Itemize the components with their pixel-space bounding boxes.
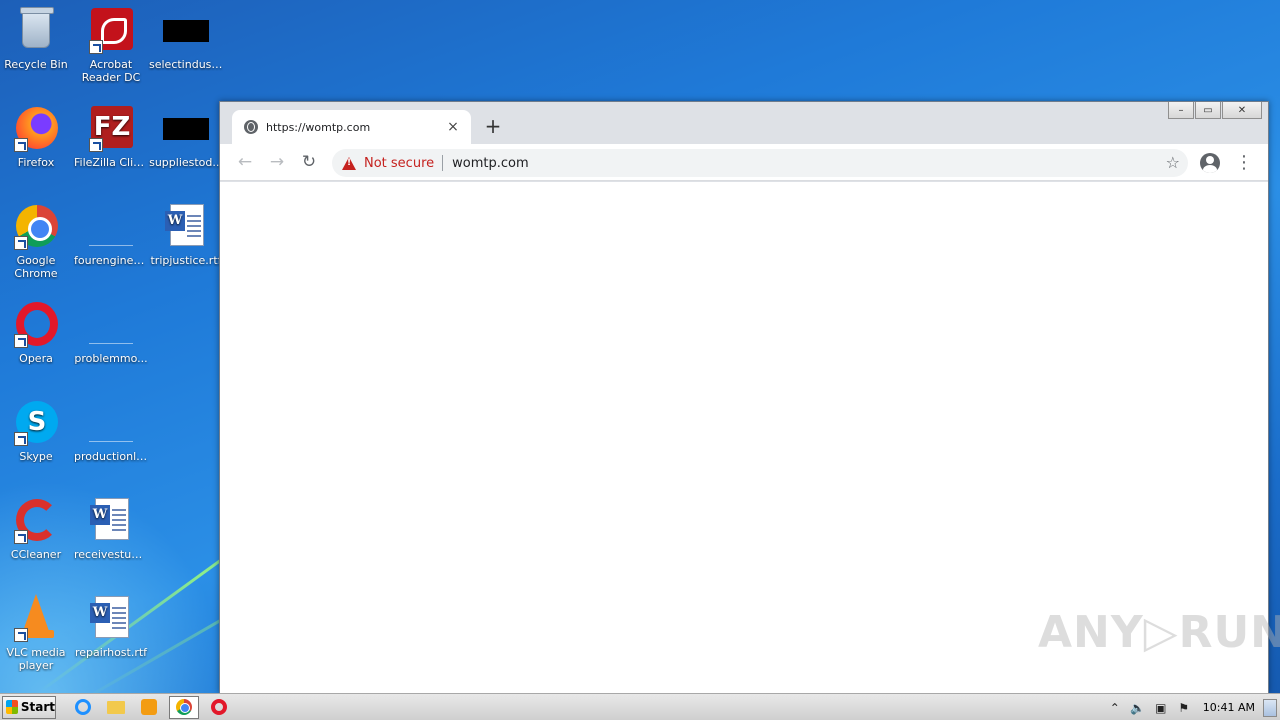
shortcut-arrow-icon	[14, 138, 28, 152]
desktop-icon-label: CCleaner	[10, 548, 62, 561]
minimize-button[interactable]: –	[1168, 102, 1194, 119]
folder-icon	[107, 700, 125, 714]
shortcut-arrow-icon	[89, 138, 103, 152]
shortcut-arrow-icon	[14, 334, 28, 348]
desktop-icon-label: problemmo...	[74, 352, 148, 365]
browser-tab[interactable]: https://womtp.com ×	[232, 110, 471, 144]
network-icon[interactable]: ▣	[1152, 699, 1170, 717]
chrome-icon	[176, 699, 192, 715]
desktop-icon-vlc[interactable]: VLC media player	[0, 594, 74, 672]
shortcut-arrow-icon	[14, 628, 28, 642]
internet-explorer-icon	[75, 699, 91, 715]
file-thumbnail-icon	[163, 20, 209, 42]
profile-avatar-icon[interactable]	[1200, 153, 1220, 173]
maximize-button[interactable]: ▭	[1195, 102, 1221, 119]
security-indicator[interactable]: Not secure	[364, 156, 434, 171]
desktop-icon-ccleaner[interactable]: CCleaner	[0, 496, 74, 561]
desktop-icon-acrobat-reader[interactable]: Acrobat Reader DC	[73, 6, 149, 84]
desktop-icon-label: Acrobat Reader DC	[81, 58, 141, 84]
omnibox-divider	[442, 155, 444, 171]
desktop-icon-firefox[interactable]: Firefox	[0, 104, 74, 169]
word-document-icon	[90, 596, 129, 638]
new-tab-button[interactable]: +	[482, 115, 504, 137]
desktop-icon-skype[interactable]: S Skype	[0, 398, 74, 463]
desktop-icon-filezilla[interactable]: FZ FileZilla Client	[73, 104, 149, 169]
desktop-icon-label: Firefox	[17, 156, 55, 169]
desktop-icon-label: Google Chrome	[14, 254, 58, 280]
desktop-icon-problemmo[interactable]: problemmo...	[73, 300, 149, 365]
start-label: Start	[20, 699, 55, 714]
desktop-icon-label: tripjustice.rtf	[150, 254, 222, 267]
desktop-icon-opera[interactable]: Opera	[0, 300, 74, 365]
file-thumbnail-icon	[89, 422, 133, 442]
taskbar-opera[interactable]	[206, 696, 232, 719]
anyrun-watermark: ANY▷RUN	[1038, 607, 1280, 658]
file-thumbnail-icon	[89, 226, 133, 246]
desktop-icon-label: repairhost.rtf	[74, 646, 148, 659]
taskbar-clock[interactable]: 10:41 AM	[1203, 701, 1255, 714]
desktop-icon-tripjustice[interactable]: tripjustice.rtf	[148, 202, 224, 267]
chrome-browser-window: – ▭ ✕ https://womtp.com × + ← → ↻ Not se…	[219, 101, 1269, 693]
taskbar-media-player[interactable]	[136, 696, 162, 719]
warning-triangle-icon[interactable]	[342, 156, 356, 170]
desktop-icon-label: VLC media player	[6, 646, 66, 672]
browser-toolbar: ← → ↻ Not secure womtp.com ☆ ⋮	[220, 144, 1268, 181]
media-player-icon	[141, 699, 157, 715]
bookmark-star-icon[interactable]: ☆	[1166, 153, 1180, 172]
desktop-icon-repairhost[interactable]: repairhost.rtf	[73, 594, 149, 659]
recycle-bin-icon	[20, 7, 54, 48]
desktop-icon-label: Skype	[19, 450, 53, 463]
file-thumbnail-icon	[163, 118, 209, 140]
desktop-icon-label: fourenginee...	[74, 254, 149, 267]
word-document-icon	[90, 498, 129, 540]
desktop-icon-suppliestod[interactable]: suppliestod...	[148, 104, 224, 169]
desktop-icon-productionlo[interactable]: productionlo...	[73, 398, 149, 463]
desktop-icon-label: suppliestod...	[149, 156, 223, 169]
file-thumbnail-icon	[89, 324, 133, 344]
word-document-icon	[165, 204, 204, 246]
start-button[interactable]: Start	[2, 695, 56, 719]
tab-close-icon[interactable]: ×	[445, 119, 461, 135]
desktop-icon-recycle-bin[interactable]: Recycle Bin	[0, 6, 74, 71]
desktop-icon-label: selectindust...	[149, 58, 224, 71]
desktop-icon-label: Opera	[19, 352, 53, 365]
action-center-flag-icon[interactable]: ⚑	[1175, 699, 1193, 717]
tab-title: https://womtp.com	[266, 120, 371, 134]
desktop-icon-selectindust[interactable]: selectindust...	[148, 6, 224, 71]
browser-menu-icon[interactable]: ⋮	[1234, 150, 1254, 176]
desktop-icon-label: Recycle Bin	[4, 58, 68, 71]
close-window-button[interactable]: ✕	[1222, 102, 1262, 119]
globe-icon	[244, 120, 258, 134]
volume-icon[interactable]: 🔈	[1129, 699, 1147, 717]
desktop-icon-receivestud[interactable]: receivestud...	[73, 496, 149, 561]
taskbar-internet-explorer[interactable]	[70, 696, 96, 719]
opera-icon	[211, 699, 227, 715]
windows-logo-icon	[6, 700, 18, 714]
shortcut-arrow-icon	[89, 40, 103, 54]
back-button[interactable]: ←	[232, 149, 258, 175]
shortcut-arrow-icon	[14, 432, 28, 446]
desktop-icon-fourenginee[interactable]: fourenginee...	[73, 202, 149, 267]
shortcut-arrow-icon	[14, 236, 28, 250]
desktop-icon-label: FileZilla Client	[74, 156, 149, 169]
reload-button[interactable]: ↻	[296, 149, 322, 175]
taskbar-chrome[interactable]	[169, 695, 199, 719]
taskbar-file-explorer[interactable]	[103, 696, 129, 719]
taskbar: Start ⌃ 🔈 ▣ ⚑ 10:41 AM	[0, 693, 1280, 720]
window-caption-buttons: – ▭ ✕	[1167, 102, 1262, 119]
address-bar[interactable]: Not secure womtp.com ☆	[332, 149, 1188, 177]
desktop-icon-label: receivestud...	[74, 548, 149, 561]
shortcut-arrow-icon	[14, 530, 28, 544]
desktop-icon-label: productionlo...	[74, 450, 149, 463]
show-desktop-button[interactable]	[1263, 698, 1277, 717]
desktop-icon-google-chrome[interactable]: Google Chrome	[0, 202, 74, 280]
system-tray: ⌃ 🔈 ▣ ⚑ 10:41 AM	[1101, 694, 1280, 720]
forward-button[interactable]: →	[264, 149, 290, 175]
url-text[interactable]: womtp.com	[452, 156, 529, 171]
show-hidden-icons-icon[interactable]: ⌃	[1106, 699, 1124, 717]
